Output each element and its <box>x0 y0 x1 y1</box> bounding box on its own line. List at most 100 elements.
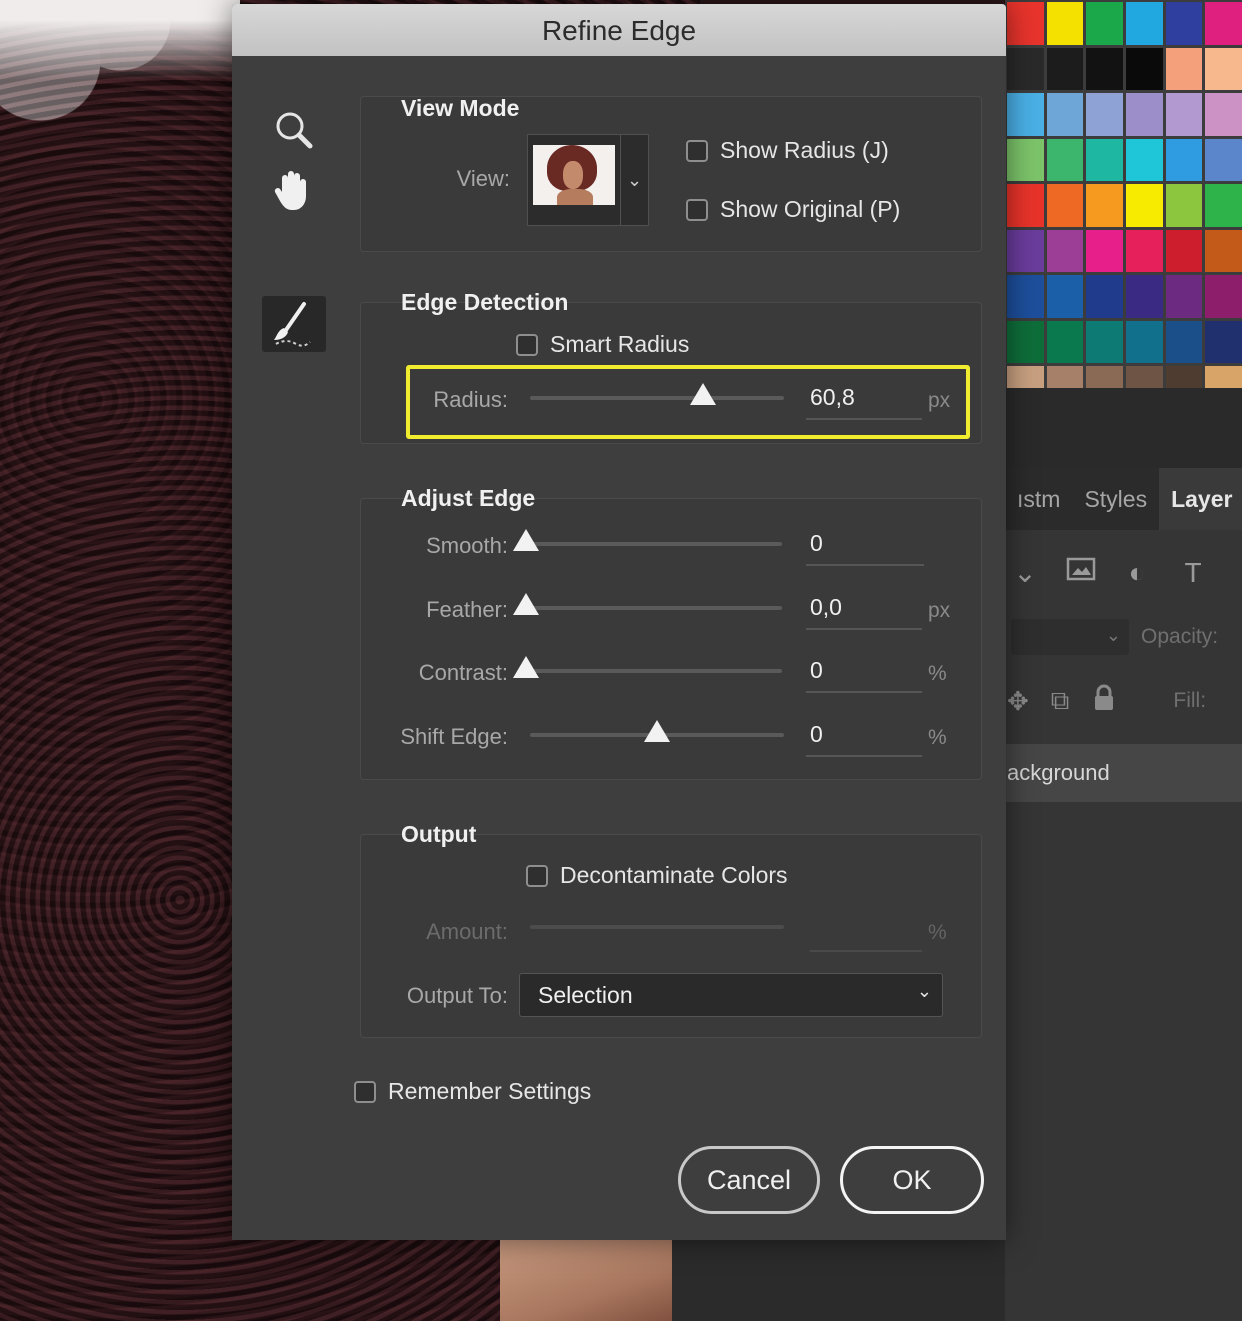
color-swatch[interactable] <box>1086 2 1123 45</box>
color-swatch[interactable] <box>1165 275 1203 318</box>
color-swatch[interactable] <box>1086 93 1123 136</box>
color-swatch[interactable] <box>1007 275 1044 318</box>
ok-button[interactable]: OK <box>840 1146 984 1214</box>
feather-unit: px <box>928 599 951 622</box>
radius-slider[interactable] <box>530 383 784 413</box>
layer-row-background[interactable]: ackground <box>1005 744 1242 802</box>
color-swatch[interactable] <box>1086 184 1123 227</box>
color-swatch[interactable] <box>1205 320 1242 363</box>
color-swatch[interactable] <box>1046 275 1084 318</box>
color-swatch[interactable] <box>1165 229 1203 272</box>
smart-radius-checkbox[interactable]: Smart Radius <box>516 331 689 358</box>
zoom-tool-icon[interactable] <box>264 102 320 158</box>
color-swatch[interactable] <box>1126 47 1163 90</box>
color-swatch[interactable] <box>1086 275 1123 318</box>
color-swatch[interactable] <box>1046 320 1084 363</box>
color-swatch[interactable] <box>1205 93 1242 136</box>
artboard-lock-icon[interactable]: ⧉ <box>1051 685 1070 717</box>
slider-track <box>526 542 782 546</box>
color-swatch[interactable] <box>1007 184 1044 227</box>
cancel-button[interactable]: Cancel <box>678 1146 820 1214</box>
tab-layers[interactable]: Layer <box>1159 468 1242 530</box>
view-mode-picker[interactable]: ⌄ <box>527 134 649 226</box>
color-swatch[interactable] <box>1046 2 1084 45</box>
amount-unit: % <box>928 921 947 944</box>
color-swatch[interactable] <box>1126 138 1163 181</box>
color-swatch[interactable] <box>1165 2 1203 45</box>
shape-filter-icon[interactable]: ⌶ <box>1234 556 1242 589</box>
slider-thumb[interactable] <box>513 656 539 678</box>
refine-edge-dialog: Refine Edge View Mode View: ⌄ Show Radiu… <box>232 4 1006 1240</box>
color-swatch[interactable] <box>1086 229 1123 272</box>
slider-thumb[interactable] <box>513 529 539 551</box>
slider-track <box>530 925 784 929</box>
decontaminate-colors-checkbox[interactable]: Decontaminate Colors <box>526 862 788 889</box>
color-swatch[interactable] <box>1205 138 1242 181</box>
feather-slider[interactable] <box>513 593 782 623</box>
smooth-slider[interactable] <box>513 529 782 559</box>
show-original-checkbox[interactable]: Show Original (P) <box>686 196 900 223</box>
color-swatch[interactable] <box>1086 320 1123 363</box>
color-swatch[interactable] <box>1165 320 1203 363</box>
color-swatch[interactable] <box>1126 2 1163 45</box>
contrast-label: Contrast: <box>418 660 508 685</box>
color-swatch[interactable] <box>1046 138 1084 181</box>
show-radius-checkbox[interactable]: Show Radius (J) <box>686 137 889 164</box>
color-swatch[interactable] <box>1046 93 1084 136</box>
color-swatch[interactable] <box>1086 47 1123 90</box>
feather-input[interactable]: 0,0 <box>806 590 922 630</box>
contrast-input[interactable]: 0 <box>806 653 922 693</box>
checkbox-box <box>686 198 708 221</box>
color-swatch[interactable] <box>1165 184 1203 227</box>
slider-thumb[interactable] <box>689 383 716 405</box>
slider-thumb[interactable] <box>513 593 539 615</box>
tab-styles[interactable]: Styles <box>1072 486 1159 513</box>
color-swatch[interactable] <box>1046 47 1084 90</box>
radius-input[interactable]: 60,8 <box>806 380 922 420</box>
lock-icon[interactable] <box>1091 684 1117 719</box>
adjustment-filter-icon[interactable]: ◐ <box>1122 557 1152 589</box>
color-swatch[interactable] <box>1205 184 1242 227</box>
remember-settings-checkbox[interactable]: Remember Settings <box>354 1078 591 1105</box>
color-swatch[interactable] <box>1205 2 1242 45</box>
slider-thumb[interactable] <box>644 720 670 742</box>
color-swatch[interactable] <box>1205 229 1242 272</box>
shift-edge-input[interactable]: 0 <box>806 717 922 757</box>
color-swatch[interactable] <box>1086 138 1123 181</box>
output-to-label: Output To: <box>406 983 508 1008</box>
output-to-select[interactable]: Selection ⌄ <box>519 973 943 1017</box>
color-swatch[interactable] <box>1007 2 1044 45</box>
color-swatch[interactable] <box>1007 93 1044 136</box>
color-swatch[interactable] <box>1007 138 1044 181</box>
chevron-down-icon[interactable]: ⌄ <box>1010 556 1040 589</box>
tab-histogram[interactable]: ıstm <box>1005 486 1072 513</box>
color-swatch[interactable] <box>1126 275 1163 318</box>
color-swatch[interactable] <box>1126 93 1163 136</box>
color-swatch[interactable] <box>1165 138 1203 181</box>
color-swatch[interactable] <box>1165 93 1203 136</box>
contrast-slider[interactable] <box>513 656 782 686</box>
color-swatch[interactable] <box>1126 229 1163 272</box>
color-swatch[interactable] <box>1046 229 1084 272</box>
color-swatch[interactable] <box>1165 47 1203 90</box>
color-swatch[interactable] <box>1046 184 1084 227</box>
shift-edge-slider[interactable] <box>530 720 784 750</box>
background-photo-face <box>500 1238 680 1321</box>
color-swatch[interactable] <box>1205 275 1242 318</box>
blend-mode-select[interactable]: ⌄ <box>1011 619 1129 655</box>
color-swatch[interactable] <box>1007 47 1044 90</box>
image-filter-icon[interactable] <box>1066 556 1096 589</box>
type-filter-icon[interactable]: T <box>1178 557 1208 589</box>
color-swatch[interactable] <box>1205 47 1242 90</box>
hand-tool-icon[interactable] <box>264 162 320 218</box>
color-swatch[interactable] <box>1007 320 1044 363</box>
refine-radius-tool[interactable] <box>262 296 326 352</box>
move-lock-icon[interactable]: ✥ <box>1007 686 1029 717</box>
color-swatch[interactable] <box>1126 184 1163 227</box>
layer-filter-tools: ⌄ ◐ T ⌶ <box>1010 556 1242 589</box>
view-thumbnail <box>533 145 615 205</box>
radius-label: Radius: <box>433 387 508 412</box>
smooth-input[interactable]: 0 <box>806 526 924 566</box>
color-swatch[interactable] <box>1007 229 1044 272</box>
color-swatch[interactable] <box>1126 320 1163 363</box>
